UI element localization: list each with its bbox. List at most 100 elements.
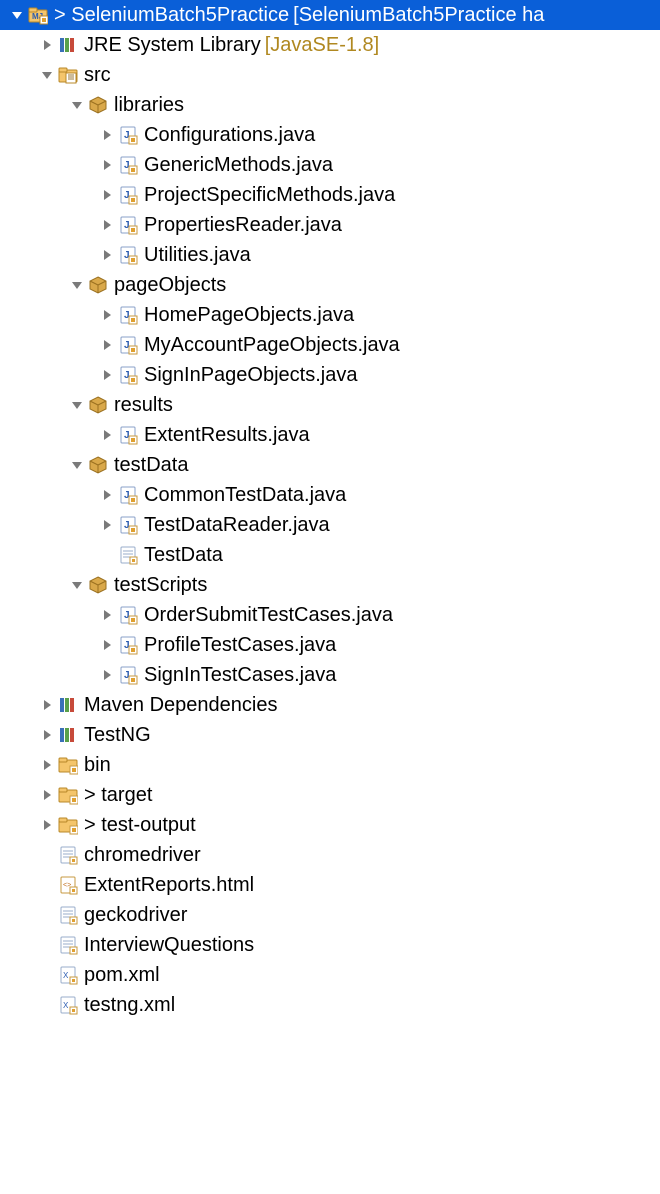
package-icon	[88, 395, 108, 415]
tree-item-label: pageObjects	[114, 274, 226, 297]
tree-item-label: Utilities.java	[144, 244, 251, 267]
tree-item-label: JRE System Library	[84, 34, 261, 57]
package-icon	[88, 95, 108, 115]
tree-item-suffix: [JavaSE-1.8]	[265, 34, 380, 57]
tree-item-label: bin	[84, 754, 111, 777]
expand-arrow-right-icon[interactable]	[40, 788, 54, 802]
tree-item-label: libraries	[114, 94, 184, 117]
tree-row[interactable]: JProfileTestCases.java	[0, 630, 660, 660]
tree-row[interactable]: testData	[0, 450, 660, 480]
tree-item-label: SignInPageObjects.java	[144, 364, 357, 387]
tree-row[interactable]: JExtentResults.java	[0, 420, 660, 450]
expand-arrow-down-icon[interactable]	[70, 98, 84, 112]
tree-item-label: src	[84, 64, 111, 87]
tree-row[interactable]: JConfigurations.java	[0, 120, 660, 150]
tree-item-label: results	[114, 394, 173, 417]
tree-row[interactable]: JHomePageObjects.java	[0, 300, 660, 330]
tree-row[interactable]: > target	[0, 780, 660, 810]
tree-row[interactable]: libraries	[0, 90, 660, 120]
tree-row[interactable]: chromedriver	[0, 840, 660, 870]
tree-item-label: TestData	[144, 544, 223, 567]
tree-item-label: testScripts	[114, 574, 207, 597]
expand-arrow-down-icon[interactable]	[70, 458, 84, 472]
tree-item-label: > test-output	[84, 814, 196, 837]
expand-arrow-down-icon[interactable]	[40, 68, 54, 82]
tree-row[interactable]: testScripts	[0, 570, 660, 600]
tree-row[interactable]: J Utilities.java	[0, 240, 660, 270]
tree-row[interactable]: > test-output	[0, 810, 660, 840]
tree-item-suffix: [SeleniumBatch5Practice ha	[293, 4, 544, 27]
expand-arrow-down-icon[interactable]	[10, 8, 24, 22]
expand-arrow-down-icon[interactable]	[70, 278, 84, 292]
expand-arrow-right-icon[interactable]	[100, 518, 114, 532]
tree-item-label: SignInTestCases.java	[144, 664, 336, 687]
tree-item-label: testData	[114, 454, 188, 477]
tree-row[interactable]: geckodriver	[0, 900, 660, 930]
expand-arrow-right-icon[interactable]	[40, 38, 54, 52]
tree-row[interactable]: JMyAccountPageObjects.java	[0, 330, 660, 360]
tree-row[interactable]: TestNG	[0, 720, 660, 750]
expand-arrow-down-icon[interactable]	[70, 398, 84, 412]
folder-icon	[58, 755, 78, 775]
expand-arrow-right-icon[interactable]	[100, 608, 114, 622]
project-icon: MJ	[28, 5, 48, 25]
tree-row[interactable]: Xtestng.xml	[0, 990, 660, 1020]
expand-arrow-right-icon[interactable]	[100, 488, 114, 502]
tree-row[interactable]: JPropertiesReader.java	[0, 210, 660, 240]
tree-row[interactable]: MJ > SeleniumBatch5Practice [SeleniumBatc…	[0, 0, 660, 30]
tree-row[interactable]: JSignInTestCases.java	[0, 660, 660, 690]
tree-row[interactable]: Maven Dependencies	[0, 690, 660, 720]
java-icon: J	[118, 335, 138, 355]
xml-icon: X	[58, 995, 78, 1015]
tree-row[interactable]: JSignInPageObjects.java	[0, 360, 660, 390]
expand-arrow-right-icon[interactable]	[100, 128, 114, 142]
tree-row[interactable]: Xpom.xml	[0, 960, 660, 990]
tree-row[interactable]: bin	[0, 750, 660, 780]
expand-arrow-right-icon[interactable]	[100, 308, 114, 322]
tree-item-label: ExtentResults.java	[144, 424, 310, 447]
tree-item-label: OrderSubmitTestCases.java	[144, 604, 393, 627]
tree-row[interactable]: JOrderSubmitTestCases.java	[0, 600, 660, 630]
expand-arrow-right-icon[interactable]	[100, 218, 114, 232]
expand-arrow-right-icon[interactable]	[40, 818, 54, 832]
tree-row[interactable]: TestData	[0, 540, 660, 570]
expand-arrow-right-icon[interactable]	[100, 188, 114, 202]
expand-arrow-right-icon[interactable]	[100, 428, 114, 442]
srcfolder-icon	[58, 65, 78, 85]
tree-row[interactable]: pageObjects	[0, 270, 660, 300]
expand-arrow-none	[40, 848, 54, 862]
tree-row[interactable]: JTestDataReader.java	[0, 510, 660, 540]
svg-text:X: X	[63, 1001, 69, 1010]
tree-item-label: Configurations.java	[144, 124, 315, 147]
java-icon: J	[118, 215, 138, 235]
tree-row[interactable]: JCommonTestData.java	[0, 480, 660, 510]
tree-item-label: > target	[84, 784, 152, 807]
tree-row[interactable]: JRE System Library [JavaSE-1.8]	[0, 30, 660, 60]
file-icon	[58, 935, 78, 955]
tree-item-label: HomePageObjects.java	[144, 304, 354, 327]
tree-row[interactable]: JGenericMethods.java	[0, 150, 660, 180]
expand-arrow-right-icon[interactable]	[100, 368, 114, 382]
expand-arrow-right-icon[interactable]	[100, 338, 114, 352]
expand-arrow-none	[40, 908, 54, 922]
java-icon: J	[118, 245, 138, 265]
tree-item-label: > SeleniumBatch5Practice	[54, 4, 289, 27]
tree-row[interactable]: <>ExtentReports.html	[0, 870, 660, 900]
expand-arrow-right-icon[interactable]	[40, 698, 54, 712]
java-icon: J	[118, 515, 138, 535]
java-icon: J	[118, 155, 138, 175]
tree-row[interactable]: src	[0, 60, 660, 90]
expand-arrow-down-icon[interactable]	[70, 578, 84, 592]
tree-row[interactable]: JProjectSpecificMethods.java	[0, 180, 660, 210]
expand-arrow-right-icon[interactable]	[100, 638, 114, 652]
expand-arrow-right-icon[interactable]	[40, 758, 54, 772]
tree-row[interactable]: InterviewQuestions	[0, 930, 660, 960]
expand-arrow-right-icon[interactable]	[40, 728, 54, 742]
tree-row[interactable]: results	[0, 390, 660, 420]
expand-arrow-right-icon[interactable]	[100, 248, 114, 262]
tree-item-label: TestNG	[84, 724, 151, 747]
expand-arrow-right-icon[interactable]	[100, 158, 114, 172]
file-icon	[58, 905, 78, 925]
svg-text:X: X	[63, 971, 69, 980]
expand-arrow-right-icon[interactable]	[100, 668, 114, 682]
